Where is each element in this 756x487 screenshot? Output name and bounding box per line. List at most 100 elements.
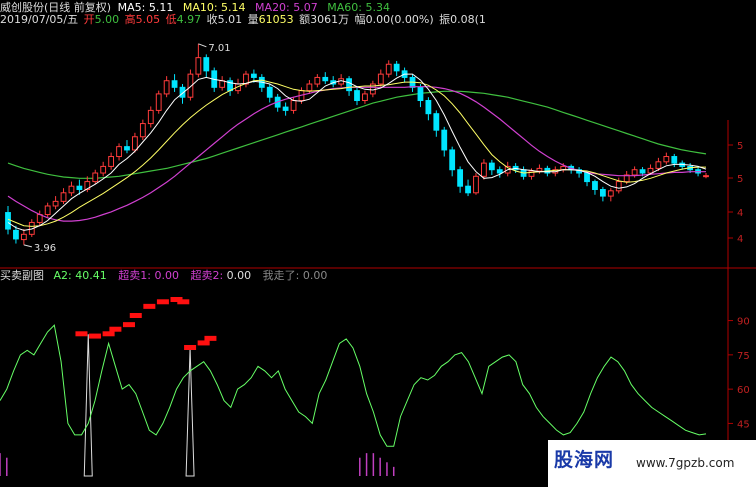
sell-signal-block bbox=[197, 340, 210, 346]
candle-body bbox=[100, 165, 107, 174]
candle-body bbox=[385, 63, 392, 75]
amount-value: 3061万 bbox=[310, 13, 350, 26]
candle-body bbox=[393, 63, 400, 72]
sell-spike bbox=[185, 347, 195, 477]
candle-body bbox=[663, 156, 670, 163]
over1-value: 0.00 bbox=[154, 269, 179, 282]
blank-overlay bbox=[183, 224, 573, 264]
over2-label: 超卖2: bbox=[190, 269, 224, 282]
candle-body bbox=[116, 146, 122, 158]
candle-body bbox=[417, 86, 424, 102]
sell-signal-block bbox=[184, 345, 197, 350]
sell-spike bbox=[83, 334, 93, 477]
candle-body bbox=[108, 156, 115, 167]
sell-signal-block bbox=[75, 331, 88, 337]
change-label: 幅 bbox=[354, 13, 366, 26]
amount-label: 额 bbox=[299, 13, 311, 26]
watermark-logo: 股海网 bbox=[554, 449, 615, 471]
header-line-2: 2019/07/05/五 开5.00 高5.05 低4.97 收5.01 量61… bbox=[0, 13, 486, 26]
candle-body bbox=[13, 229, 19, 240]
candle-body bbox=[163, 80, 170, 95]
candle-body bbox=[449, 149, 456, 171]
sell-signal-block bbox=[109, 326, 122, 332]
candle-body bbox=[441, 129, 448, 151]
candle-body bbox=[147, 109, 154, 125]
candle-body bbox=[536, 167, 543, 172]
candle-body bbox=[171, 80, 178, 88]
candle-body bbox=[306, 83, 313, 92]
axis-tick-label: 75 bbox=[737, 351, 750, 362]
me-label: 我走了: bbox=[262, 269, 300, 282]
axis-tick-label: 5 bbox=[737, 174, 743, 185]
candlestick-series bbox=[5, 43, 709, 245]
close-value: 5.01 bbox=[217, 13, 243, 26]
candle-body bbox=[631, 169, 638, 176]
open-label: 开 bbox=[83, 13, 95, 26]
candle-body bbox=[92, 172, 99, 183]
indicator-legend: 买卖副图 A2: 40.41 超卖1: 0.00 超卖2: 0.00 我走了: … bbox=[0, 269, 327, 282]
a2-value: 40.41 bbox=[75, 269, 107, 282]
candle-body bbox=[433, 113, 440, 131]
candle-body bbox=[314, 76, 321, 85]
candle-body bbox=[465, 185, 471, 194]
candle-body bbox=[132, 136, 138, 151]
candle-body bbox=[60, 192, 67, 202]
candle-body bbox=[139, 123, 146, 138]
candle-body bbox=[346, 78, 352, 92]
volume-value: 61053 bbox=[258, 13, 294, 26]
volume-label: 量 bbox=[247, 13, 259, 26]
low-label: 低 bbox=[165, 13, 177, 26]
axis-tick-label: 4 bbox=[737, 234, 743, 245]
candle-body bbox=[362, 93, 368, 102]
annotation-leader bbox=[23, 244, 32, 248]
axis-tick-label: 60 bbox=[737, 385, 750, 396]
watermark-panel: 股海网 www.7gpzb.com bbox=[548, 440, 756, 487]
candle-body bbox=[124, 146, 130, 151]
candle-body bbox=[615, 181, 622, 192]
candle-body bbox=[68, 185, 75, 194]
candle-body bbox=[703, 175, 709, 178]
sell-signal-block bbox=[156, 299, 169, 305]
candle-body bbox=[425, 100, 432, 115]
sell-signal-block bbox=[204, 335, 217, 341]
candle-body bbox=[322, 76, 329, 82]
high-label: 高 bbox=[124, 13, 136, 26]
candle-body bbox=[481, 162, 487, 177]
candle-body bbox=[607, 190, 614, 197]
annotation-label: 3.96 bbox=[34, 243, 56, 254]
sell-signal-block bbox=[177, 299, 190, 305]
close-label: 收 bbox=[206, 13, 218, 26]
candle-body bbox=[203, 57, 210, 72]
candle-body bbox=[599, 188, 606, 197]
candle-body bbox=[5, 212, 11, 230]
amp-value: 0.08(1 bbox=[450, 13, 486, 26]
amp-label: 振 bbox=[439, 13, 451, 26]
candle-body bbox=[155, 93, 162, 111]
candle-body bbox=[250, 73, 257, 78]
sell-signal-block bbox=[143, 303, 156, 309]
me-value: 0.00 bbox=[302, 269, 328, 282]
axis-tick-label: 5 bbox=[737, 141, 743, 152]
a2-line bbox=[0, 324, 707, 447]
sell-signal-block bbox=[89, 333, 102, 339]
candle-body bbox=[639, 169, 646, 174]
date: 2019/07/05/五 bbox=[0, 13, 79, 26]
annotation-leader bbox=[198, 43, 207, 48]
sell-signal-block bbox=[122, 322, 135, 328]
open-value: 5.00 bbox=[94, 13, 120, 26]
sell-signal-block bbox=[129, 313, 142, 318]
price-axis: 55449075604530 bbox=[728, 141, 750, 465]
sell-signal-block bbox=[102, 331, 115, 337]
candle-body bbox=[266, 86, 273, 98]
annotation-label: 7.01 bbox=[208, 43, 230, 54]
candle-body bbox=[44, 205, 51, 216]
candle-body bbox=[354, 90, 360, 102]
axis-tick-label: 45 bbox=[737, 419, 750, 430]
watermark-url: www.7gpzb.com bbox=[636, 456, 735, 470]
candle-body bbox=[20, 233, 27, 241]
candle-body bbox=[52, 200, 59, 207]
candle-body bbox=[457, 169, 464, 187]
ma20-line bbox=[7, 86, 706, 222]
candle-body bbox=[496, 169, 503, 174]
a2-label: A2: bbox=[53, 269, 72, 282]
